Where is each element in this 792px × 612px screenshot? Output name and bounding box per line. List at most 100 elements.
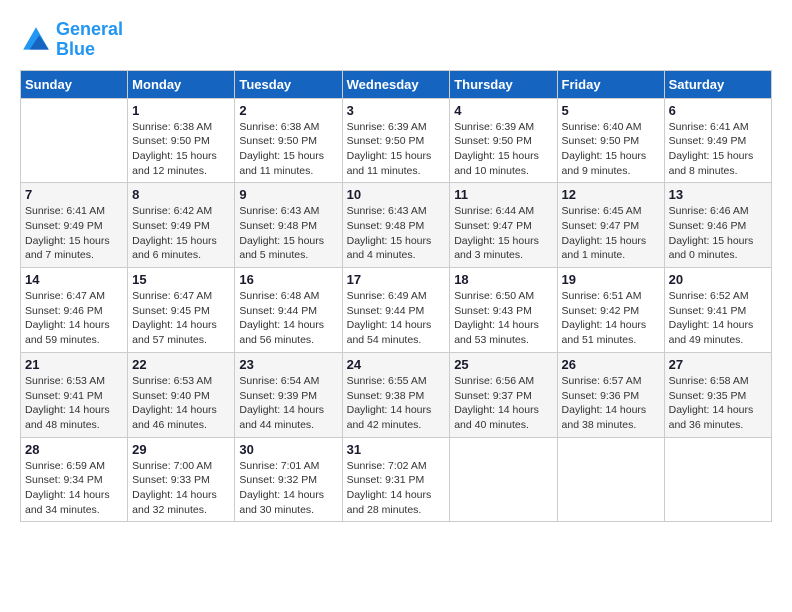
day-number: 23 (239, 357, 337, 372)
day-number: 8 (132, 187, 230, 202)
header-day-friday: Friday (557, 70, 664, 98)
header-day-tuesday: Tuesday (235, 70, 342, 98)
calendar-cell: 22 Sunrise: 6:53 AM Sunset: 9:40 PM Dayli… (128, 352, 235, 437)
cell-content: Sunrise: 7:02 AM Sunset: 9:31 PM Dayligh… (347, 459, 446, 518)
calendar-cell: 8 Sunrise: 6:42 AM Sunset: 9:49 PM Daylig… (128, 183, 235, 268)
day-number: 28 (25, 442, 123, 457)
day-number: 22 (132, 357, 230, 372)
calendar-cell: 12 Sunrise: 6:45 AM Sunset: 9:47 PM Dayli… (557, 183, 664, 268)
day-number: 1 (132, 103, 230, 118)
calendar-cell: 23 Sunrise: 6:54 AM Sunset: 9:39 PM Dayli… (235, 352, 342, 437)
cell-content: Sunrise: 6:48 AM Sunset: 9:44 PM Dayligh… (239, 289, 337, 348)
day-number: 10 (347, 187, 446, 202)
day-number: 9 (239, 187, 337, 202)
day-number: 17 (347, 272, 446, 287)
calendar-cell: 6 Sunrise: 6:41 AM Sunset: 9:49 PM Daylig… (664, 98, 771, 183)
day-number: 29 (132, 442, 230, 457)
calendar-header-row: SundayMondayTuesdayWednesdayThursdayFrid… (21, 70, 772, 98)
cell-content: Sunrise: 6:43 AM Sunset: 9:48 PM Dayligh… (347, 204, 446, 263)
calendar-cell: 24Sunrise: 6:55 AM Sunset: 9:38 PM Dayli… (342, 352, 450, 437)
calendar-week-3: 14Sunrise: 6:47 AM Sunset: 9:46 PM Dayli… (21, 268, 772, 353)
calendar-cell: 18 Sunrise: 6:50 AM Sunset: 9:43 PM Dayli… (450, 268, 557, 353)
cell-content: Sunrise: 6:50 AM Sunset: 9:43 PM Dayligh… (454, 289, 552, 348)
header-day-sunday: Sunday (21, 70, 128, 98)
cell-content: Sunrise: 6:45 AM Sunset: 9:47 PM Dayligh… (562, 204, 660, 263)
calendar-cell: 1Sunrise: 6:38 AM Sunset: 9:50 PM Daylig… (128, 98, 235, 183)
cell-content: Sunrise: 6:52 AM Sunset: 9:41 PM Dayligh… (669, 289, 767, 348)
calendar-cell: 10 Sunrise: 6:43 AM Sunset: 9:48 PM Dayli… (342, 183, 450, 268)
cell-content: Sunrise: 6:53 AM Sunset: 9:40 PM Dayligh… (132, 374, 230, 433)
cell-content: Sunrise: 6:41 AM Sunset: 9:49 PM Dayligh… (669, 120, 767, 179)
calendar-week-5: 28Sunrise: 6:59 AM Sunset: 9:34 PM Dayli… (21, 437, 772, 522)
calendar-cell: 13Sunrise: 6:46 AM Sunset: 9:46 PM Dayli… (664, 183, 771, 268)
day-number: 11 (454, 187, 552, 202)
logo-icon (20, 24, 52, 56)
day-number: 21 (25, 357, 123, 372)
day-number: 31 (347, 442, 446, 457)
day-number: 3 (347, 103, 446, 118)
cell-content: Sunrise: 6:53 AM Sunset: 9:41 PM Dayligh… (25, 374, 123, 433)
cell-content: Sunrise: 6:56 AM Sunset: 9:37 PM Dayligh… (454, 374, 552, 433)
day-number: 25 (454, 357, 552, 372)
cell-content: Sunrise: 7:00 AM Sunset: 9:33 PM Dayligh… (132, 459, 230, 518)
calendar-cell: 20 Sunrise: 6:52 AM Sunset: 9:41 PM Dayli… (664, 268, 771, 353)
day-number: 4 (454, 103, 552, 118)
page-header: General Blue (20, 20, 772, 60)
logo-text: General Blue (56, 20, 123, 60)
calendar-cell (664, 437, 771, 522)
cell-content: Sunrise: 6:51 AM Sunset: 9:42 PM Dayligh… (562, 289, 660, 348)
day-number: 20 (669, 272, 767, 287)
calendar-cell: 25 Sunrise: 6:56 AM Sunset: 9:37 PM Dayli… (450, 352, 557, 437)
day-number: 5 (562, 103, 660, 118)
calendar-cell: 28Sunrise: 6:59 AM Sunset: 9:34 PM Dayli… (21, 437, 128, 522)
calendar-cell: 4 Sunrise: 6:39 AM Sunset: 9:50 PM Daylig… (450, 98, 557, 183)
header-day-saturday: Saturday (664, 70, 771, 98)
cell-content: Sunrise: 6:55 AM Sunset: 9:38 PM Dayligh… (347, 374, 446, 433)
cell-content: Sunrise: 6:58 AM Sunset: 9:35 PM Dayligh… (669, 374, 767, 433)
cell-content: Sunrise: 6:49 AM Sunset: 9:44 PM Dayligh… (347, 289, 446, 348)
calendar-cell: 31 Sunrise: 7:02 AM Sunset: 9:31 PM Dayli… (342, 437, 450, 522)
day-number: 15 (132, 272, 230, 287)
calendar-cell: 16 Sunrise: 6:48 AM Sunset: 9:44 PM Dayli… (235, 268, 342, 353)
cell-content: Sunrise: 6:40 AM Sunset: 9:50 PM Dayligh… (562, 120, 660, 179)
cell-content: Sunrise: 7:01 AM Sunset: 9:32 PM Dayligh… (239, 459, 337, 518)
day-number: 18 (454, 272, 552, 287)
calendar-cell (450, 437, 557, 522)
cell-content: Sunrise: 6:38 AM Sunset: 9:50 PM Dayligh… (239, 120, 337, 179)
cell-content: Sunrise: 6:39 AM Sunset: 9:50 PM Dayligh… (454, 120, 552, 179)
day-number: 6 (669, 103, 767, 118)
calendar-cell: 2 Sunrise: 6:38 AM Sunset: 9:50 PM Daylig… (235, 98, 342, 183)
calendar-week-2: 7Sunrise: 6:41 AM Sunset: 9:49 PM Daylig… (21, 183, 772, 268)
calendar-cell: 21 Sunrise: 6:53 AM Sunset: 9:41 PM Dayli… (21, 352, 128, 437)
calendar-cell: 7Sunrise: 6:41 AM Sunset: 9:49 PM Daylig… (21, 183, 128, 268)
calendar-cell: 14Sunrise: 6:47 AM Sunset: 9:46 PM Dayli… (21, 268, 128, 353)
calendar-cell (557, 437, 664, 522)
day-number: 19 (562, 272, 660, 287)
calendar-table: SundayMondayTuesdayWednesdayThursdayFrid… (20, 70, 772, 523)
cell-content: Sunrise: 6:44 AM Sunset: 9:47 PM Dayligh… (454, 204, 552, 263)
calendar-cell: 29 Sunrise: 7:00 AM Sunset: 9:33 PM Dayli… (128, 437, 235, 522)
cell-content: Sunrise: 6:47 AM Sunset: 9:45 PM Dayligh… (132, 289, 230, 348)
cell-content: Sunrise: 6:41 AM Sunset: 9:49 PM Dayligh… (25, 204, 123, 263)
calendar-week-4: 21 Sunrise: 6:53 AM Sunset: 9:41 PM Dayli… (21, 352, 772, 437)
day-number: 16 (239, 272, 337, 287)
cell-content: Sunrise: 6:43 AM Sunset: 9:48 PM Dayligh… (239, 204, 337, 263)
cell-content: Sunrise: 6:57 AM Sunset: 9:36 PM Dayligh… (562, 374, 660, 433)
calendar-cell: 11 Sunrise: 6:44 AM Sunset: 9:47 PM Dayli… (450, 183, 557, 268)
calendar-cell: 5 Sunrise: 6:40 AM Sunset: 9:50 PM Daylig… (557, 98, 664, 183)
cell-content: Sunrise: 6:39 AM Sunset: 9:50 PM Dayligh… (347, 120, 446, 179)
cell-content: Sunrise: 6:54 AM Sunset: 9:39 PM Dayligh… (239, 374, 337, 433)
header-day-monday: Monday (128, 70, 235, 98)
header-day-thursday: Thursday (450, 70, 557, 98)
day-number: 26 (562, 357, 660, 372)
day-number: 2 (239, 103, 337, 118)
calendar-cell: 19 Sunrise: 6:51 AM Sunset: 9:42 PM Dayli… (557, 268, 664, 353)
day-number: 27 (669, 357, 767, 372)
calendar-cell: 17 Sunrise: 6:49 AM Sunset: 9:44 PM Dayli… (342, 268, 450, 353)
cell-content: Sunrise: 6:42 AM Sunset: 9:49 PM Dayligh… (132, 204, 230, 263)
logo: General Blue (20, 20, 123, 60)
header-day-wednesday: Wednesday (342, 70, 450, 98)
day-number: 12 (562, 187, 660, 202)
calendar-cell: 9 Sunrise: 6:43 AM Sunset: 9:48 PM Daylig… (235, 183, 342, 268)
day-number: 13 (669, 187, 767, 202)
